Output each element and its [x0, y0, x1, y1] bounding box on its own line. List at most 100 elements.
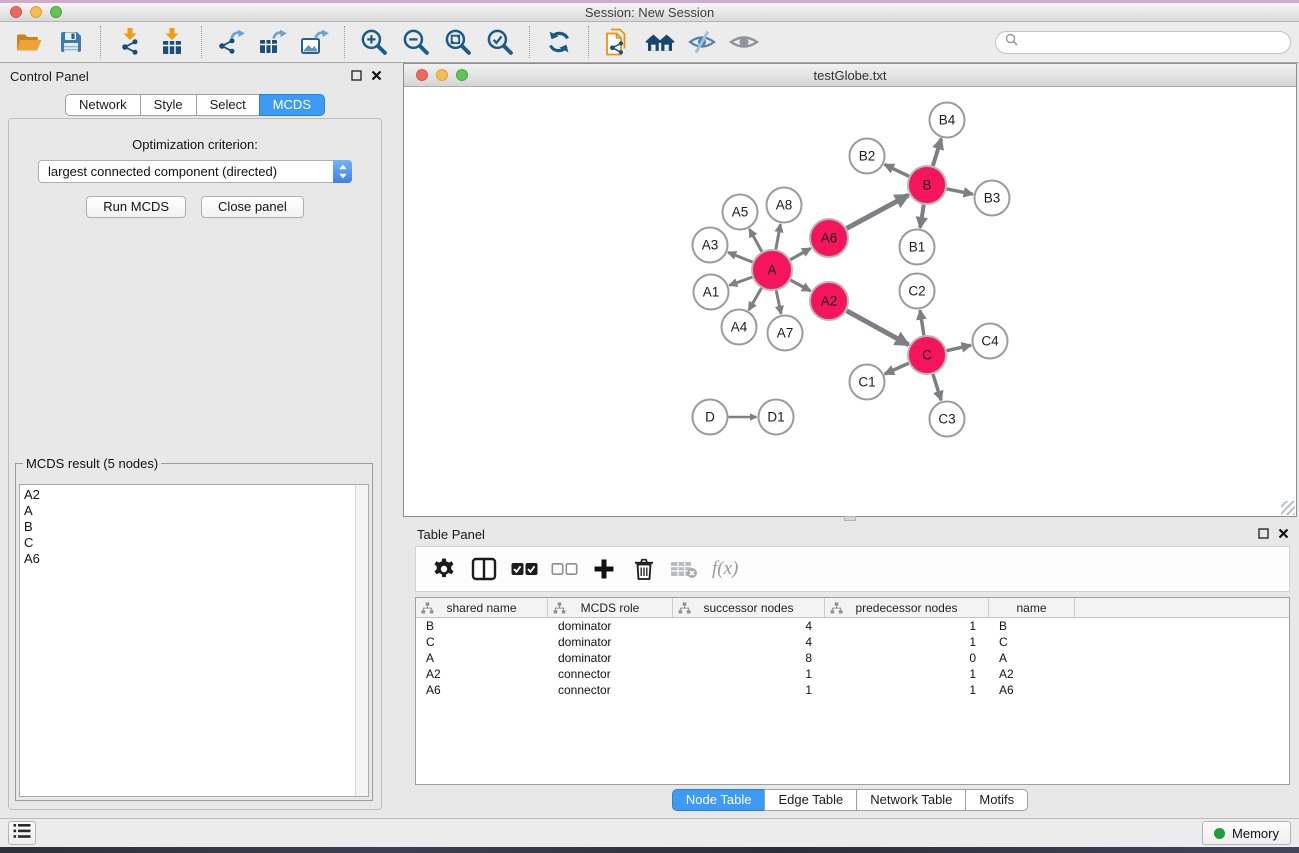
table-tab-edge-table[interactable]: Edge Table	[764, 789, 856, 811]
cell-name[interactable]: B	[989, 619, 1075, 633]
refresh-layout-icon[interactable]	[544, 27, 574, 57]
cell-successor-nodes[interactable]: 1	[673, 683, 825, 697]
network-close-button[interactable]	[416, 69, 428, 81]
float-panel-icon[interactable]	[351, 70, 362, 81]
graph-edge-A2-C[interactable]	[847, 311, 909, 345]
cell-predecessor-nodes[interactable]: 1	[825, 667, 989, 681]
result-list-item[interactable]: A6	[20, 551, 368, 567]
table-tab-node-table[interactable]: Node Table	[672, 789, 765, 811]
import-network-icon[interactable]	[115, 27, 145, 57]
graph-edge-A-A2[interactable]	[790, 280, 810, 291]
float-table-panel-icon[interactable]	[1258, 528, 1269, 539]
cell-shared-name[interactable]: A	[416, 651, 548, 665]
column-header-successor-nodes[interactable]: successor nodes	[673, 598, 825, 617]
cell-name[interactable]: A6	[989, 683, 1075, 697]
graph-edge-C-C4[interactable]	[947, 345, 971, 350]
toggle-columns-icon[interactable]	[469, 554, 499, 584]
open-file-icon[interactable]	[14, 27, 44, 57]
column-header-MCDS-role[interactable]: MCDS role	[548, 598, 673, 617]
graph-edge-A-A4[interactable]	[749, 288, 762, 310]
window-resize-grip[interactable]	[1281, 501, 1295, 515]
graph-edge-A-A6[interactable]	[790, 248, 810, 259]
cell-predecessor-nodes[interactable]: 0	[825, 651, 989, 665]
export-network-icon[interactable]	[216, 27, 246, 57]
graph-edge-B-B1[interactable]	[920, 205, 924, 228]
cell-successor-nodes[interactable]: 1	[673, 667, 825, 681]
close-panel-button[interactable]: Close panel	[201, 196, 304, 218]
result-list-item[interactable]: B	[20, 519, 368, 535]
memory-button[interactable]: Memory	[1202, 821, 1291, 845]
maximize-window-button[interactable]	[50, 6, 62, 18]
close-panel-icon[interactable]	[371, 70, 382, 81]
graph-edge-B-B3[interactable]	[947, 189, 973, 194]
graph-edge-C-C2[interactable]	[920, 310, 924, 335]
graph-edge-A-A8[interactable]	[776, 224, 781, 249]
search-input[interactable]	[1024, 35, 1281, 49]
tab-mcds[interactable]: MCDS	[259, 94, 325, 116]
graph-edge-B-B2[interactable]	[885, 164, 909, 176]
zoom-in-icon[interactable]	[359, 27, 389, 57]
close-table-panel-icon[interactable]	[1278, 528, 1289, 539]
node-table[interactable]: shared nameMCDS rolesuccessor nodesprede…	[415, 597, 1290, 785]
cell-successor-nodes[interactable]: 4	[673, 635, 825, 649]
cell-shared-name[interactable]: B	[416, 619, 548, 633]
tab-network[interactable]: Network	[65, 94, 140, 116]
cell-successor-nodes[interactable]: 4	[673, 619, 825, 633]
cell-predecessor-nodes[interactable]: 1	[825, 619, 989, 633]
cell-shared-name[interactable]: A2	[416, 667, 548, 681]
tab-style[interactable]: Style	[140, 94, 196, 116]
cell-name[interactable]: A2	[989, 667, 1075, 681]
network-canvas[interactable]: B4B2BB3A5A8A6A3B1AA1A2C2A4A7CC4C1C3DD1	[404, 87, 1296, 516]
save-session-icon[interactable]	[56, 27, 86, 57]
task-history-button[interactable]	[8, 821, 36, 845]
close-window-button[interactable]	[10, 6, 22, 18]
result-list-item[interactable]: C	[20, 535, 368, 551]
result-list-item[interactable]: A	[20, 503, 368, 519]
tab-select[interactable]: Select	[196, 94, 259, 116]
table-row[interactable]: Cdominator41C	[416, 634, 1289, 650]
table-row[interactable]: A2connector11A2	[416, 666, 1289, 682]
settings-gear-icon[interactable]	[429, 554, 459, 584]
function-builder-icon[interactable]: f(x)	[712, 558, 738, 580]
network-from-file-icon[interactable]	[603, 27, 633, 57]
cell-name[interactable]: A	[989, 651, 1075, 665]
graph-edge-A-A5[interactable]	[749, 229, 761, 252]
first-neighbors-icon[interactable]	[645, 27, 675, 57]
column-header-shared-name[interactable]: shared name	[416, 598, 548, 617]
graph-edge-C-C3[interactable]	[933, 374, 941, 400]
mcds-result-list[interactable]: A2ABCA6	[19, 484, 369, 797]
cell-MCDS-role[interactable]: dominator	[548, 635, 673, 649]
network-minimize-button[interactable]	[436, 69, 448, 81]
cell-MCDS-role[interactable]: dominator	[548, 619, 673, 633]
import-table-icon[interactable]	[157, 27, 187, 57]
cell-predecessor-nodes[interactable]: 1	[825, 683, 989, 697]
optimization-criterion-select[interactable]: largest connected component (directed)	[38, 160, 352, 183]
run-mcds-button[interactable]: Run MCDS	[86, 196, 186, 218]
export-table-icon[interactable]	[258, 27, 288, 57]
cell-shared-name[interactable]: C	[416, 635, 548, 649]
table-row[interactable]: Adominator80A	[416, 650, 1289, 666]
graph-edge-A-A1[interactable]	[729, 277, 752, 285]
show-hidden-icon[interactable]	[729, 27, 759, 57]
deselect-all-icon[interactable]	[549, 554, 579, 584]
zoom-out-icon[interactable]	[401, 27, 431, 57]
table-row[interactable]: A6connector11A6	[416, 682, 1289, 698]
result-list-scrollbar[interactable]	[355, 485, 368, 796]
cell-successor-nodes[interactable]: 8	[673, 651, 825, 665]
graph-edge-B-B4[interactable]	[933, 139, 941, 166]
delete-table-icon[interactable]	[669, 554, 699, 584]
graph-edge-A-A7[interactable]	[776, 291, 781, 314]
column-header-predecessor-nodes[interactable]: predecessor nodes	[825, 598, 989, 617]
cell-predecessor-nodes[interactable]: 1	[825, 635, 989, 649]
add-column-icon[interactable]	[589, 554, 619, 584]
minimize-window-button[interactable]	[30, 6, 42, 18]
graph-edge-A6-B[interactable]	[847, 195, 909, 228]
select-all-icon[interactable]	[509, 554, 539, 584]
search-box[interactable]	[995, 31, 1291, 54]
hide-selected-icon[interactable]	[687, 27, 717, 57]
zoom-selected-icon[interactable]	[485, 27, 515, 57]
graph-edge-C-C1[interactable]	[885, 363, 909, 374]
zoom-fit-icon[interactable]	[443, 27, 473, 57]
network-maximize-button[interactable]	[456, 69, 468, 81]
export-image-icon[interactable]	[300, 27, 330, 57]
